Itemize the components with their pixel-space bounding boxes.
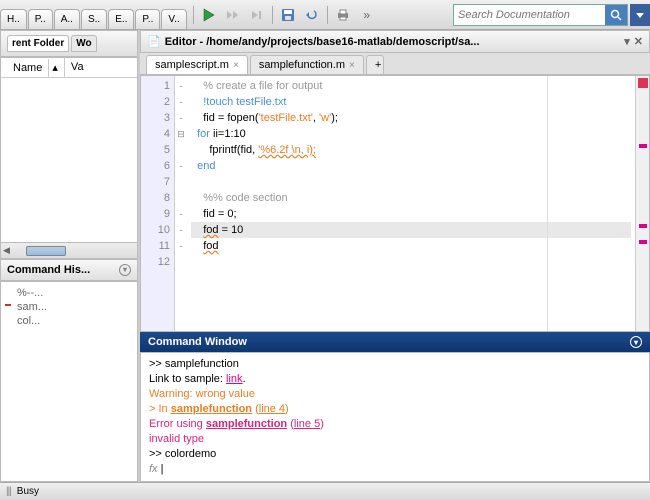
search-button[interactable] — [605, 5, 627, 25]
cmdwin-line: fx | — [149, 462, 641, 477]
tab-close-icon[interactable]: × — [233, 60, 239, 71]
cmdwin-line: invalid type — [149, 432, 641, 447]
editor-menu-icon[interactable]: ▾ — [624, 35, 630, 48]
cmdwin-line: Warning: wrong value — [149, 387, 641, 402]
tab-close-icon[interactable]: × — [349, 60, 355, 71]
code-line[interactable]: % create a file for output — [191, 78, 631, 94]
code-line[interactable]: fprintf(fid, '%6.2f \n, i); — [191, 142, 631, 158]
panel-menu-icon[interactable]: ▾ — [119, 264, 131, 276]
command-history-panel: %--...sam...col... — [0, 281, 138, 483]
cmdwin-line: Link to sample: link. — [149, 372, 641, 387]
run-button[interactable] — [200, 6, 218, 24]
quick-tab[interactable]: V.. — [161, 9, 186, 29]
history-item[interactable]: col... — [5, 314, 133, 328]
new-tab-button[interactable]: + — [366, 55, 384, 74]
step-button[interactable] — [248, 6, 266, 24]
search-box[interactable] — [453, 4, 628, 26]
editor-path: Editor - /home/andy/projects/base16-matl… — [165, 36, 621, 48]
quick-tab[interactable]: P.. — [28, 9, 53, 29]
print-button[interactable] — [334, 6, 352, 24]
code-line[interactable] — [191, 254, 631, 270]
code-line[interactable] — [191, 174, 631, 190]
run-advance-button[interactable] — [224, 6, 242, 24]
editor-tab[interactable]: samplescript.m× — [146, 55, 248, 74]
code-line[interactable]: for ii=1:10 — [191, 126, 631, 142]
editor-header: 📄 Editor - /home/andy/projects/base16-ma… — [140, 30, 650, 53]
error-strip[interactable] — [635, 76, 649, 331]
undo-button[interactable] — [303, 6, 321, 24]
history-item[interactable]: %--... — [5, 286, 133, 300]
cmdwin-line: >> samplefunction — [149, 357, 641, 372]
search-input[interactable] — [454, 9, 605, 21]
folder-hscroll[interactable]: ◀ — [1, 242, 137, 258]
code-line[interactable]: fod = 10 — [191, 222, 631, 238]
code-line[interactable]: %% code section — [191, 190, 631, 206]
cmdwin-menu-icon[interactable]: ▾ — [630, 336, 642, 348]
save-button[interactable] — [279, 6, 297, 24]
status-text: Busy — [17, 486, 39, 497]
quick-tab[interactable]: S.. — [81, 9, 107, 29]
history-item[interactable]: sam... — [5, 300, 133, 314]
quick-tab[interactable]: H.. — [0, 9, 27, 29]
col-name[interactable]: Name ▴ — [1, 58, 65, 77]
command-window-header[interactable]: Command Window ▾ — [140, 332, 650, 352]
col-value[interactable]: Va — [65, 58, 137, 77]
quick-tab[interactable]: P.. — [135, 9, 160, 29]
editor-body[interactable]: 123456789101112 ---⊟---- % create a file… — [140, 75, 650, 332]
code-line[interactable]: fid = 0; — [191, 206, 631, 222]
current-folder-panel: Name ▴ Va ◀ — [0, 57, 138, 259]
cmdwin-line: >> colordemo — [149, 447, 641, 462]
command-history-header[interactable]: Command His... ▾ — [0, 259, 138, 281]
code-line[interactable]: fod — [191, 238, 631, 254]
status-bar: ||| Busy — [0, 482, 650, 500]
command-window[interactable]: >> samplefunctionLink to sample: link.Wa… — [140, 352, 650, 482]
current-folder-header[interactable]: rent Folder Wo — [0, 30, 138, 57]
editor-close-icon[interactable]: ✕ — [634, 35, 643, 48]
code-line[interactable]: !touch testFile.txt — [191, 94, 631, 110]
more-button[interactable]: » — [358, 6, 376, 24]
code-line[interactable]: end — [191, 158, 631, 174]
layout-menu-button[interactable] — [630, 4, 650, 26]
quick-tab[interactable]: E.. — [108, 9, 134, 29]
quick-tab[interactable]: A.. — [54, 9, 80, 29]
status-icon: ||| — [6, 486, 11, 497]
editor-tab[interactable]: samplefunction.m× — [250, 55, 364, 74]
cmdwin-line: > In samplefunction (line 4) — [149, 402, 641, 417]
code-line[interactable]: fid = fopen('testFile.txt', 'w'); — [191, 110, 631, 126]
cmdwin-line: Error using samplefunction (line 5) — [149, 417, 641, 432]
